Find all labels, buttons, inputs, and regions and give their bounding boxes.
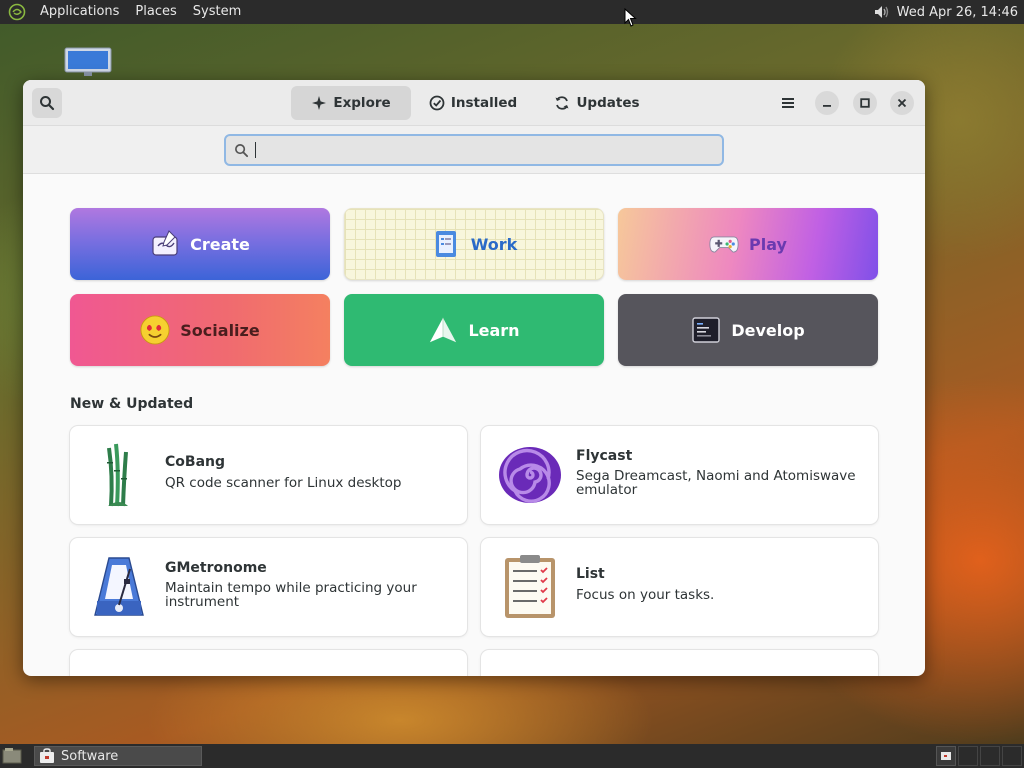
workspace-3[interactable] [980,746,1000,766]
category-play[interactable]: Play [618,208,878,280]
menu-applications[interactable]: Applications [32,0,127,24]
tab-installed[interactable]: Installed [423,86,523,120]
minimize-button[interactable] [815,91,839,115]
app-name: CoBang [165,454,225,470]
computer-desktop-icon[interactable] [64,47,112,77]
app-name: List [576,566,605,582]
software-app-icon [40,748,54,763]
terminal-icon [691,315,721,345]
explore-content: Create Work Play Socialize Learn Develop… [23,174,925,676]
checklist-icon [497,554,563,620]
headerbar: Explore Installed Updates [23,80,925,126]
search-input[interactable] [262,142,722,158]
category-create-label: Create [190,234,250,254]
category-socialize-label: Socialize [180,320,260,340]
app-tile-list[interactable]: List Focus on your tasks. [481,538,878,636]
app-description: Maintain tempo while practicing your ins… [165,580,417,610]
check-circle-icon [429,95,445,111]
category-develop-label: Develop [731,320,805,340]
app-description: QR code scanner for Linux desktop [165,475,402,491]
category-develop[interactable]: Develop [618,294,878,366]
category-work-label: Work [470,234,518,254]
tab-updates-label: Updates [576,95,640,111]
app-tile-gmetronome[interactable]: GMetronome Maintain tempo while practici… [70,538,467,636]
search-icon [40,96,55,111]
app-name: Flycast [576,448,633,464]
category-create[interactable]: Create [70,208,330,280]
search-toggle-button[interactable] [32,88,62,118]
menu-places[interactable]: Places [127,0,184,24]
clock[interactable]: Wed Apr 26, 14:46 [897,5,1018,20]
category-learn-label: Learn [468,320,520,340]
work-icon [431,229,461,259]
tab-installed-label: Installed [450,95,518,111]
app-tile-partial[interactable] [481,650,878,676]
tab-explore-label: Explore [333,95,391,111]
app-description: Sega Dreamcast, Naomi and Atomiswave emu… [576,468,856,498]
workspace-2[interactable] [958,746,978,766]
close-button[interactable] [890,91,914,115]
category-play-label: Play [749,234,787,254]
bamboo-icon [86,442,152,508]
maximize-button[interactable] [853,91,877,115]
taskbar-item-software[interactable]: Software [34,746,202,766]
app-partial-icon [86,666,152,676]
text-caret [255,142,256,158]
main-menu-button[interactable] [776,91,800,115]
app-name: GMetronome [165,560,267,576]
hamburger-menu-icon [782,98,794,108]
tab-updates[interactable]: Updates [549,86,645,120]
top-panel: Applications Places System Wed Apr 26, 1… [0,0,1024,24]
app-tile-cobang[interactable]: CoBang QR code scanner for Linux desktop [70,426,467,524]
metronome-icon [86,554,152,620]
app-tile-flycast[interactable]: Flycast Sega Dreamcast, Naomi and Atomis… [481,426,878,524]
smiley-icon [140,315,170,345]
bottom-panel: Software [0,744,1024,768]
software-window: Explore Installed Updates Create Work Pl… [23,80,925,676]
search-icon [235,143,249,157]
refresh-icon [555,96,569,110]
volume-icon[interactable] [871,2,891,22]
create-icon [150,229,180,259]
category-learn[interactable]: Learn [344,294,604,366]
minimize-icon [823,105,831,107]
show-desktop-icon[interactable] [2,747,22,765]
category-socialize[interactable]: Socialize [70,294,330,366]
app-description: Focus on your tasks. [576,587,715,603]
close-icon [897,98,907,108]
workspace-1[interactable] [936,746,956,766]
section-title: New & Updated [70,396,194,412]
gamepad-icon [709,229,739,259]
menu-system[interactable]: System [185,0,249,24]
search-entry[interactable] [224,134,724,166]
workspace-4[interactable] [1002,746,1022,766]
mouse-cursor-icon [624,7,638,28]
app-tile-partial[interactable] [70,650,467,676]
taskbar-item-label: Software [61,748,119,764]
search-bar [23,126,925,174]
compass-icon [312,96,327,110]
paper-plane-icon [428,315,458,345]
maximize-icon [860,98,870,108]
tab-explore[interactable]: Explore [291,86,411,120]
distro-logo-icon[interactable] [6,1,28,23]
spiral-icon [497,442,563,508]
category-work[interactable]: Work [344,208,604,280]
app-partial-icon [497,666,563,676]
workspace-window-icon [941,752,951,760]
